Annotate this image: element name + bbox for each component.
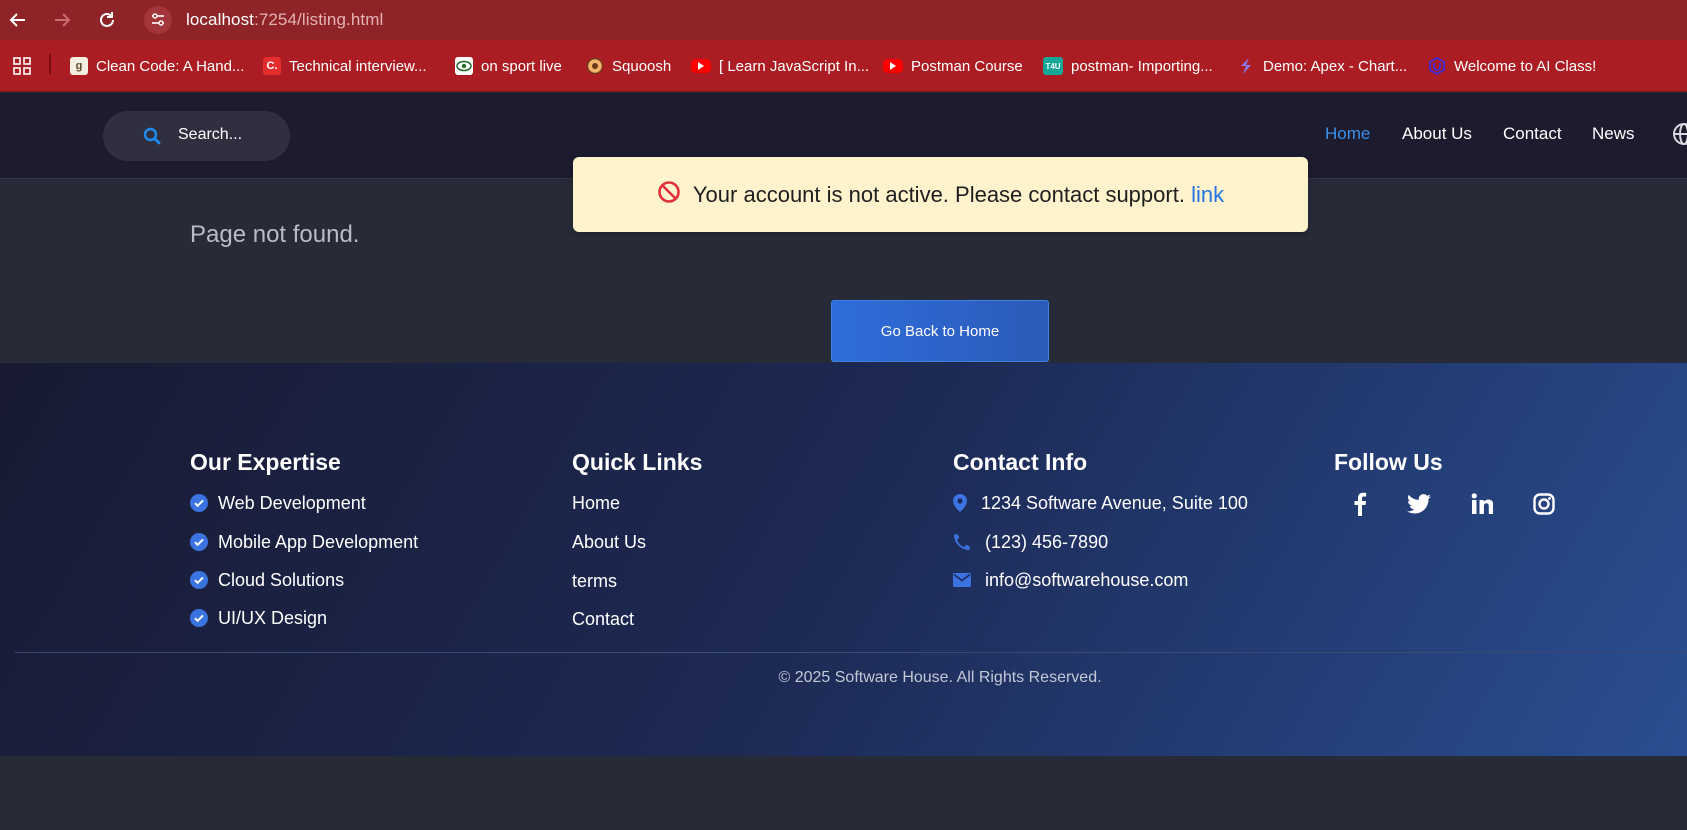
- back-arrow-icon[interactable]: [6, 8, 30, 32]
- bookmarks-bar: g Clean Code: A Hand... C. Technical int…: [0, 40, 1687, 92]
- go-back-home-button[interactable]: Go Back to Home: [831, 300, 1049, 362]
- goodreads-icon: g: [70, 57, 88, 75]
- youtube-icon: [883, 59, 903, 73]
- facebook-icon[interactable]: [1346, 490, 1374, 518]
- contact-info-title: Contact Info: [953, 449, 1088, 475]
- reload-icon[interactable]: [95, 8, 119, 32]
- footer-link-about-us[interactable]: About Us: [572, 532, 646, 553]
- bookmark-learn-javascript[interactable]: [ Learn JavaScript In...: [691, 53, 869, 79]
- page-not-found-text: Page not found.: [190, 221, 360, 248]
- bookmark-ai-class[interactable]: Welcome to AI Class!: [1428, 53, 1596, 79]
- expertise-item: Cloud Solutions: [190, 570, 344, 591]
- search-placeholder: Search...: [178, 126, 243, 143]
- bookmark-label: Welcome to AI Class!: [1454, 57, 1597, 75]
- bookmark-label: Postman Course: [911, 57, 1023, 75]
- apps-grid-icon[interactable]: [12, 56, 32, 76]
- contact-address: 1234 Software Avenue, Suite 100: [953, 493, 1248, 514]
- search-icon: [143, 127, 161, 150]
- footer-divider: [15, 652, 1687, 653]
- browser-toolbar: localhost:7254/listing.html: [0, 0, 1687, 40]
- bookmark-squoosh[interactable]: Squoosh: [586, 53, 671, 79]
- quick-links-title: Quick Links: [572, 449, 703, 475]
- bookmark-label: Squoosh: [612, 57, 672, 75]
- bookmark-label: [ Learn JavaScript In...: [719, 57, 870, 75]
- bookmark-label: Demo: Apex - Chart...: [1263, 57, 1408, 75]
- c-icon: C.: [263, 57, 281, 75]
- eye-icon: [455, 57, 473, 75]
- bookmark-label: Clean Code: A Hand...: [96, 57, 245, 75]
- bookmark-postman-course[interactable]: Postman Course: [883, 53, 1023, 79]
- nav-home[interactable]: Home: [1325, 124, 1370, 144]
- bookmark-technical-interview[interactable]: C. Technical interview...: [263, 53, 427, 79]
- forward-arrow-icon[interactable]: [50, 8, 74, 32]
- instagram-icon[interactable]: [1530, 490, 1558, 518]
- bookmark-apex-chart[interactable]: Demo: Apex - Chart...: [1237, 53, 1407, 79]
- nav-news[interactable]: News: [1592, 124, 1635, 144]
- check-circle-icon: [190, 494, 208, 517]
- bookmark-label: Technical interview...: [289, 57, 427, 75]
- footer-link-contact[interactable]: Contact: [572, 609, 634, 630]
- linkedin-icon[interactable]: [1468, 490, 1496, 518]
- t4u-icon: T4U: [1043, 57, 1063, 75]
- apex-icon: [1237, 57, 1255, 75]
- support-link[interactable]: link: [1191, 182, 1224, 207]
- envelope-icon: [953, 571, 971, 592]
- expertise-item: Mobile App Development: [190, 532, 418, 553]
- bookmark-label: on sport live: [481, 57, 562, 75]
- twitter-icon[interactable]: [1405, 490, 1433, 518]
- site-footer: Our Expertise Web Development Mobile App…: [0, 363, 1687, 756]
- alert-message: Your account is not active. Please conta…: [692, 181, 1185, 207]
- globe-icon[interactable]: [1673, 123, 1687, 150]
- url-text[interactable]: localhost:7254/listing.html: [186, 10, 383, 30]
- contact-email: info@softwarehouse.com: [953, 570, 1188, 591]
- site-info-icon[interactable]: [144, 6, 172, 34]
- search-input[interactable]: Search...: [103, 111, 290, 161]
- expertise-title: Our Expertise: [190, 449, 341, 475]
- expertise-item: UI/UX Design: [190, 608, 327, 629]
- expertise-item: Web Development: [190, 493, 366, 514]
- map-marker-icon: [953, 494, 967, 517]
- youtube-icon: [691, 59, 711, 73]
- nav-contact[interactable]: Contact: [1503, 124, 1562, 144]
- udacity-icon: [1428, 57, 1446, 75]
- footer-link-terms[interactable]: terms: [572, 571, 617, 592]
- contact-phone: (123) 456-7890: [953, 532, 1108, 553]
- account-inactive-alert: Your account is not active. Please conta…: [573, 157, 1308, 232]
- nav-about-us[interactable]: About Us: [1402, 124, 1472, 144]
- check-circle-icon: [190, 533, 208, 556]
- copyright-text: © 2025 Software House. All Rights Reserv…: [778, 669, 1102, 686]
- bookmarks-separator: [49, 54, 51, 74]
- check-circle-icon: [190, 609, 208, 632]
- phone-icon: [953, 533, 971, 556]
- check-circle-icon: [190, 571, 208, 594]
- footer-link-home[interactable]: Home: [572, 493, 620, 514]
- url-path: :7254/listing.html: [254, 10, 384, 29]
- url-host: localhost: [186, 10, 254, 29]
- bookmark-on-sport-live[interactable]: on sport live: [455, 53, 562, 79]
- follow-us-title: Follow Us: [1334, 449, 1443, 475]
- bookmark-label: postman- Importing...: [1071, 57, 1213, 75]
- squoosh-icon: [586, 57, 604, 75]
- prohibited-icon: [657, 180, 681, 210]
- bookmark-postman-importing[interactable]: T4U postman- Importing...: [1043, 53, 1213, 79]
- bookmark-clean-code[interactable]: g Clean Code: A Hand...: [70, 53, 244, 79]
